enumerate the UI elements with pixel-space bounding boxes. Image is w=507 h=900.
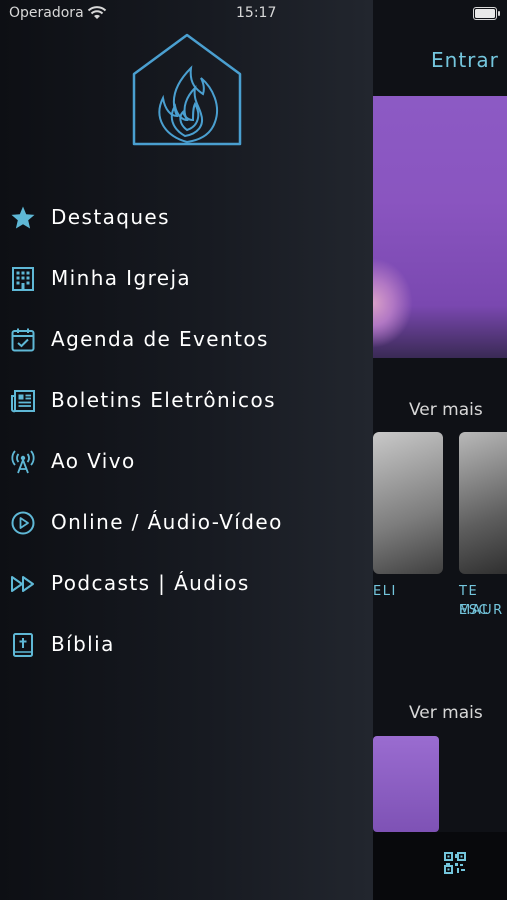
menu-item-label: Minha Igreja: [51, 266, 192, 290]
card-caption: MAUR: [459, 603, 504, 618]
video-card[interactable]: [459, 432, 507, 574]
clock: 15:17: [236, 5, 277, 21]
menu-item-podcasts[interactable]: Podcasts | Áudios: [0, 554, 373, 615]
qr-code-icon[interactable]: [444, 852, 466, 874]
content-card[interactable]: [373, 736, 439, 832]
menu-item-label: Agenda de Eventos: [51, 327, 269, 351]
menu-item-label: Podcasts | Áudios: [51, 571, 250, 595]
fast-forward-icon: [11, 576, 34, 592]
menu-item-minha-igreja[interactable]: Minha Igreja: [0, 249, 373, 310]
menu-item-label: Boletins Eletrônicos: [51, 388, 276, 412]
menu-item-label: Online / Áudio-Vídeo: [51, 510, 283, 534]
church-flame-logo: [132, 33, 242, 146]
menu-item-agenda[interactable]: Agenda de Eventos: [0, 310, 373, 371]
carrier-label: Operadora: [9, 5, 84, 21]
banner-figure: [373, 258, 413, 348]
play-circle-icon: [11, 511, 35, 535]
menu-item-label: Ao Vivo: [51, 449, 136, 473]
menu-item-label: Destaques: [51, 205, 170, 229]
menu-item-destaques[interactable]: Destaques: [0, 188, 373, 249]
menu-item-biblia[interactable]: Bíblia: [0, 615, 373, 676]
menu-item-label: Bíblia: [51, 632, 115, 656]
side-drawer: Destaques Minha Igreja Agenda de Eventos…: [0, 0, 373, 900]
bible-icon: [13, 633, 33, 657]
card-caption: ELI: [373, 584, 397, 599]
login-button[interactable]: Entrar: [431, 48, 499, 72]
status-bar: Operadora 15:17: [0, 0, 507, 28]
wifi-icon: [87, 6, 107, 19]
menu-item-boletins[interactable]: Boletins Eletrônicos: [0, 371, 373, 432]
star-icon: [11, 206, 35, 229]
tab-bar: [373, 832, 507, 900]
newspaper-icon: [11, 390, 35, 413]
broadcast-icon: [11, 450, 35, 474]
building-icon: [12, 267, 34, 291]
battery-icon: [473, 7, 500, 20]
calendar-icon: [11, 328, 35, 352]
video-card[interactable]: [373, 432, 443, 574]
menu-item-ao-vivo[interactable]: Ao Vivo: [0, 432, 373, 493]
menu-item-online[interactable]: Online / Áudio-Vídeo: [0, 493, 373, 554]
see-more-link[interactable]: Ver mais: [409, 703, 483, 723]
see-more-link[interactable]: Ver mais: [409, 400, 483, 420]
